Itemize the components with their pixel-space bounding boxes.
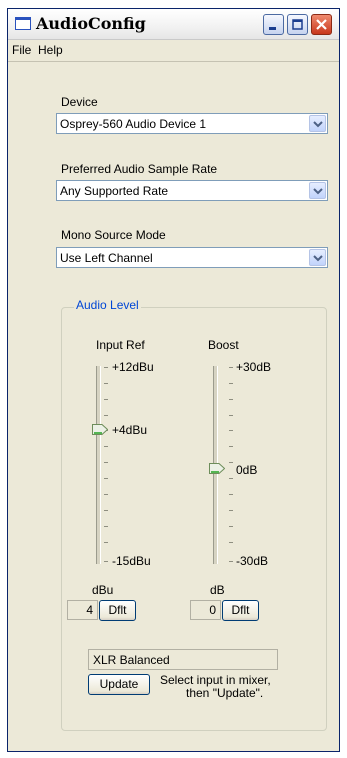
sample-rate-dropdown-button[interactable] — [309, 182, 326, 199]
input-ref-value: 4 — [67, 600, 98, 620]
mono-mode-dropdown-button[interactable] — [309, 249, 326, 266]
sample-rate-select[interactable]: Any Supported Rate — [56, 180, 328, 201]
sample-rate-label: Preferred Audio Sample Rate — [61, 162, 218, 176]
update-button[interactable]: Update — [88, 674, 150, 695]
update-hint-line2: then "Update". — [186, 686, 264, 700]
input-ref-mid-label: +4dBu — [112, 423, 148, 437]
input-ref-unit: dBu — [92, 583, 114, 597]
title-bar[interactable]: AudioConfig — [8, 9, 339, 40]
minimize-button[interactable] — [263, 14, 284, 35]
device-dropdown-button[interactable] — [309, 115, 326, 132]
audio-level-title: Audio Level — [74, 298, 141, 312]
maximize-icon — [292, 19, 303, 30]
mono-mode-label: Mono Source Mode — [61, 228, 166, 242]
menu-help[interactable]: Help — [38, 43, 63, 57]
boost-thumb[interactable] — [209, 463, 225, 474]
window-title: AudioConfig — [36, 14, 146, 33]
chevron-down-icon — [313, 188, 323, 195]
maximize-button[interactable] — [287, 14, 308, 35]
boost-mid-label: 0dB — [236, 463, 258, 477]
boost-min-label: -30dB — [236, 554, 269, 568]
input-ref-max-label: +12dBu — [112, 360, 154, 374]
input-ref-thumb[interactable] — [92, 424, 108, 435]
device-label: Device — [61, 95, 98, 109]
mono-mode-select[interactable]: Use Left Channel — [56, 247, 328, 268]
chevron-down-icon — [313, 255, 323, 262]
menu-file[interactable]: File — [12, 43, 31, 57]
boost-max-label: +30dB — [236, 360, 272, 374]
minimize-icon — [269, 27, 276, 30]
app-window-icon — [15, 17, 31, 30]
boost-label: Boost — [208, 338, 239, 352]
close-button[interactable] — [311, 14, 332, 35]
input-ref-label: Input Ref — [96, 338, 145, 352]
input-ref-default-button[interactable]: Dflt — [99, 600, 136, 621]
mono-mode-select-value: Use Left Channel — [60, 251, 153, 265]
connector-type-field: XLR Balanced — [88, 649, 278, 670]
audioconfig-window: AudioConfig File Help Device Osprey-560 … — [7, 8, 340, 752]
boost-value: 0 — [190, 600, 221, 620]
menu-bar: File Help — [8, 40, 339, 62]
boost-unit: dB — [210, 583, 225, 597]
boost-default-button[interactable]: Dflt — [222, 600, 259, 621]
close-icon — [316, 19, 327, 30]
chevron-down-icon — [313, 121, 323, 128]
device-select[interactable]: Osprey-560 Audio Device 1 — [56, 113, 328, 134]
sample-rate-select-value: Any Supported Rate — [60, 184, 169, 198]
input-ref-track[interactable] — [96, 366, 101, 564]
input-ref-min-label: -15dBu — [112, 554, 151, 568]
device-select-value: Osprey-560 Audio Device 1 — [60, 117, 207, 131]
